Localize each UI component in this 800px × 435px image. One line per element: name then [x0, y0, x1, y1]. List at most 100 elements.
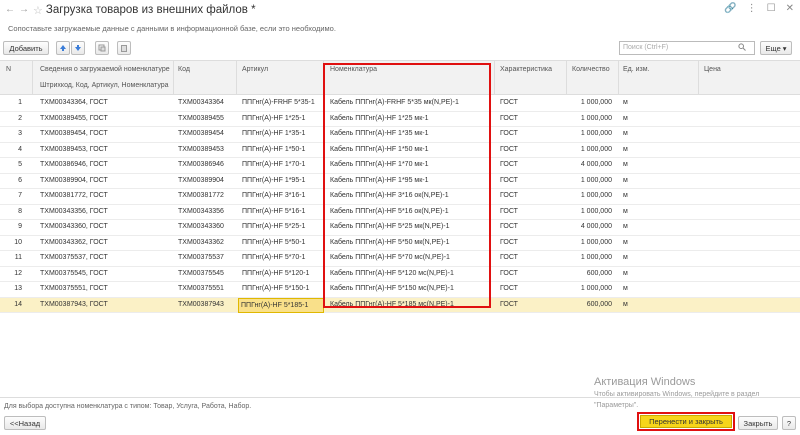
row-number[interactable]: 5 — [0, 161, 22, 168]
row-quantity[interactable]: 600,000 — [566, 270, 612, 277]
row-article[interactable]: ППГнг(А)-HF 1*35-1 — [242, 130, 305, 137]
row-characteristic[interactable]: ГОСТ — [500, 254, 518, 261]
row-unit[interactable]: м — [623, 270, 628, 277]
row-article[interactable]: ППГнг(А)-HF 1*25-1 — [242, 115, 305, 122]
row-info[interactable]: ТХМ00386946, ГОСТ — [40, 161, 108, 168]
row-article[interactable]: ППГнг(А)-HF 5*120-1 — [242, 270, 309, 277]
row-info[interactable]: ТХМ00375545, ГОСТ — [40, 270, 108, 277]
row-quantity[interactable]: 1 000,000 — [566, 99, 612, 106]
row-unit[interactable]: м — [623, 161, 628, 168]
row-characteristic[interactable]: ГОСТ — [500, 146, 518, 153]
row-characteristic[interactable]: ГОСТ — [500, 301, 518, 308]
row-code[interactable]: ТХМ00389453 — [178, 146, 224, 153]
row-info[interactable]: ТХМ00389904, ГОСТ — [40, 177, 108, 184]
row-quantity[interactable]: 1 000,000 — [566, 285, 612, 292]
row-code[interactable]: ТХМ00343362 — [178, 239, 224, 246]
row-info[interactable]: ТХМ00343362, ГОСТ — [40, 239, 108, 246]
copy-button[interactable] — [95, 41, 109, 55]
row-info[interactable]: ТХМ00375551, ГОСТ — [40, 285, 108, 292]
col-characteristic[interactable]: Характеристика — [500, 66, 552, 73]
row-number[interactable]: 14 — [0, 301, 22, 308]
row-code[interactable]: ТХМ00343360 — [178, 223, 224, 230]
row-unit[interactable]: м — [623, 99, 628, 106]
row-quantity[interactable]: 1 000,000 — [566, 146, 612, 153]
row-unit[interactable]: м — [623, 301, 628, 308]
col-article[interactable]: Артикул — [242, 66, 268, 73]
paste-button[interactable] — [117, 41, 131, 55]
row-number[interactable]: 11 — [0, 254, 22, 261]
row-characteristic[interactable]: ГОСТ — [500, 223, 518, 230]
more-menu-icon[interactable]: ⋮ — [747, 3, 757, 14]
row-characteristic[interactable]: ГОСТ — [500, 192, 518, 199]
row-article[interactable]: ППГнг(А)-HF 5*25-1 — [242, 223, 305, 230]
row-number[interactable]: 7 — [0, 192, 22, 199]
row-info[interactable]: ТХМ00343364, ГОСТ — [40, 99, 108, 106]
row-unit[interactable]: м — [623, 239, 628, 246]
row-article[interactable]: ППГнг(А)-HF 5*16-1 — [242, 208, 305, 215]
close-button[interactable]: Закрыть — [738, 416, 778, 430]
row-unit[interactable]: м — [623, 192, 628, 199]
close-icon[interactable]: ✕ — [786, 3, 794, 14]
search-icon[interactable] — [738, 43, 746, 51]
help-button[interactable]: ? — [782, 416, 796, 430]
row-characteristic[interactable]: ГОСТ — [500, 239, 518, 246]
row-quantity[interactable]: 1 000,000 — [566, 130, 612, 137]
row-unit[interactable]: м — [623, 223, 628, 230]
row-info[interactable]: ТХМ00387943, ГОСТ — [40, 301, 108, 308]
row-unit[interactable]: м — [623, 130, 628, 137]
row-number[interactable]: 12 — [0, 270, 22, 277]
row-code[interactable]: ТХМ00343364 — [178, 99, 224, 106]
maximize-icon[interactable]: ☐ — [767, 3, 776, 14]
row-code[interactable]: ТХМ00381772 — [178, 192, 224, 199]
row-number[interactable]: 2 — [0, 115, 22, 122]
forward-arrow-icon[interactable]: → — [18, 3, 30, 17]
row-code[interactable]: ТХМ00343356 — [178, 208, 224, 215]
col-price[interactable]: Цена — [704, 66, 721, 73]
link-icon[interactable]: 🔗 — [724, 3, 736, 14]
col-code[interactable]: Код — [178, 66, 190, 73]
row-unit[interactable]: м — [623, 146, 628, 153]
row-info[interactable]: ТХМ00389453, ГОСТ — [40, 146, 108, 153]
row-characteristic[interactable]: ГОСТ — [500, 270, 518, 277]
row-number[interactable]: 10 — [0, 239, 22, 246]
col-unit[interactable]: Ед. изм. — [623, 66, 650, 73]
row-unit[interactable]: м — [623, 177, 628, 184]
row-article[interactable]: ППГнг(А)-HF 1*70-1 — [242, 161, 305, 168]
row-code[interactable]: ТХМ00389455 — [178, 115, 224, 122]
row-characteristic[interactable]: ГОСТ — [500, 177, 518, 184]
row-article[interactable]: ППГнг(А)-HF 1*50-1 — [242, 146, 305, 153]
row-quantity[interactable]: 4 000,000 — [566, 161, 612, 168]
row-code[interactable]: ТХМ00375545 — [178, 270, 224, 277]
row-code[interactable]: ТХМ00389904 — [178, 177, 224, 184]
row-number[interactable]: 8 — [0, 208, 22, 215]
row-characteristic[interactable]: ГОСТ — [500, 115, 518, 122]
row-unit[interactable]: м — [623, 285, 628, 292]
row-code[interactable]: ТХМ00389454 — [178, 130, 224, 137]
row-quantity[interactable]: 4 000,000 — [566, 223, 612, 230]
row-info[interactable]: ТХМ00343356, ГОСТ — [40, 208, 108, 215]
col-quantity[interactable]: Количество — [572, 66, 610, 73]
row-code[interactable]: ТХМ00375537 — [178, 254, 224, 261]
row-article[interactable]: ППГнг(А)-HF 5*150-1 — [242, 285, 309, 292]
row-info[interactable]: ТХМ00389455, ГОСТ — [40, 115, 108, 122]
row-code[interactable]: ТХМ00375551 — [178, 285, 224, 292]
row-article[interactable]: ППГнг(А)-FRHF 5*35-1 — [242, 99, 315, 106]
row-characteristic[interactable]: ГОСТ — [500, 130, 518, 137]
row-quantity[interactable]: 600,000 — [566, 301, 612, 308]
row-number[interactable]: 4 — [0, 146, 22, 153]
row-characteristic[interactable]: ГОСТ — [500, 161, 518, 168]
add-button[interactable]: Добавить — [3, 41, 49, 55]
row-article[interactable]: ППГнг(А)-HF 3*16-1 — [242, 192, 305, 199]
col-info[interactable]: Сведения о загружаемой номенклатуре — [40, 66, 170, 73]
row-code[interactable]: ТХМ00386946 — [178, 161, 224, 168]
row-number[interactable]: 13 — [0, 285, 22, 292]
transfer-and-close-button[interactable]: Перенести и закрыть — [640, 415, 732, 428]
row-info[interactable]: ТХМ00343360, ГОСТ — [40, 223, 108, 230]
row-characteristic[interactable]: ГОСТ — [500, 208, 518, 215]
row-quantity[interactable]: 1 000,000 — [566, 192, 612, 199]
back-arrow-icon[interactable]: ← — [4, 3, 16, 17]
row-article[interactable]: ППГнг(А)-HF 5*50-1 — [242, 239, 305, 246]
back-button[interactable]: <<Назад — [4, 416, 46, 430]
row-number[interactable]: 1 — [0, 99, 22, 106]
row-number[interactable]: 3 — [0, 130, 22, 137]
